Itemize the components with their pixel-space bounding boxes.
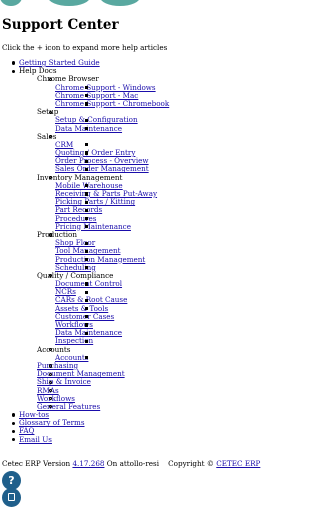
bullet (85, 208, 89, 212)
bullet (49, 364, 53, 368)
bullet (85, 339, 89, 343)
bullet (49, 372, 53, 376)
nav-group-chrome: Chrome Browser Chrome Support - Windows … (19, 75, 307, 108)
nav-item: Ship & Invoice (19, 378, 307, 386)
nav-item: Data Maintenance (37, 124, 307, 133)
bullet (85, 192, 89, 196)
bullet (85, 200, 89, 204)
bullet (85, 126, 89, 131)
nav-item: Document Control (37, 279, 307, 288)
help-tree: Getting Started Guide Help Docs Chrome B… (0, 58, 307, 444)
bullet (49, 110, 53, 114)
bullet (85, 298, 89, 303)
nav-group-inventory: Inventory Management Mobile Warehouse Re… (19, 173, 307, 231)
bullet (85, 282, 89, 286)
bullet (85, 331, 89, 335)
intro-text: Click the + icon to expand more help art… (2, 43, 168, 52)
bullet (85, 249, 89, 253)
bullet (85, 85, 89, 90)
copyright-text: Copyright © (168, 459, 214, 468)
nav-item: Email Us (0, 435, 307, 444)
nav-group-setup: Setup Setup & Configuration Data Mainten… (19, 107, 307, 133)
bullet (85, 307, 89, 311)
logo-shape (48, 0, 90, 6)
nav-group-sales: Sales CRM Quoting / Order Entry Order Pr… (19, 131, 307, 174)
nav-link[interactable]: Chrome Support - Chromebook (55, 99, 169, 108)
nav-group-production: Production Shop Floor Tool Management Pr… (19, 230, 307, 272)
server-name: On attollo-resi (106, 459, 159, 468)
bullet (85, 323, 89, 327)
bullet (85, 225, 89, 229)
bullet (12, 413, 16, 417)
bullet (85, 257, 89, 262)
bullet (85, 266, 89, 270)
section-label: Sales (37, 131, 57, 141)
bullet (12, 438, 16, 442)
version-link[interactable]: 4.17.268 (72, 459, 104, 468)
bullet (85, 143, 89, 147)
logo-shape (100, 0, 140, 6)
bullet (85, 184, 89, 188)
nav-link[interactable]: Data Maintenance (55, 124, 122, 133)
bullet (85, 102, 89, 106)
email-us-link[interactable]: Email Us (19, 435, 52, 444)
bullet (85, 94, 89, 98)
bullet (12, 429, 16, 434)
bullet (12, 421, 16, 425)
footer: Cetec ERP Version 4.17.268 On attollo-re… (2, 459, 260, 468)
bullet (85, 159, 89, 163)
bullet (49, 233, 53, 237)
bullet (85, 151, 89, 155)
bullet (85, 216, 89, 221)
bullet (85, 356, 89, 360)
nav-item: Glossary of Terms (0, 419, 307, 427)
company-link[interactable]: CETEC ERP (216, 459, 260, 468)
bullet (85, 241, 89, 245)
bullet (12, 61, 16, 65)
bullet (85, 118, 89, 122)
page-title: Support Center (2, 17, 119, 33)
nav-item: General Features (19, 402, 307, 411)
nav-item: Chrome Support - Chromebook (37, 99, 307, 108)
bullet (12, 69, 16, 73)
logo-shape (0, 0, 22, 6)
help-icon: ? (8, 474, 15, 487)
bullet (85, 290, 89, 294)
nav-group-quality: Quality / Compliance Document Control NC… (19, 271, 307, 346)
logo (0, 0, 307, 9)
version-prefix: Cetec ERP Version (2, 459, 71, 468)
bullet (85, 167, 89, 172)
bullet (85, 315, 89, 319)
nav-group-help-docs: Help Docs Chrome Browser Chrome Support … (0, 66, 307, 411)
nav-group-accounts: Accounts Accounts (19, 345, 307, 362)
chat-button[interactable] (2, 488, 21, 507)
nav-item: Inspection (37, 337, 307, 345)
nav-item: Pricing Maintenance (37, 222, 307, 231)
